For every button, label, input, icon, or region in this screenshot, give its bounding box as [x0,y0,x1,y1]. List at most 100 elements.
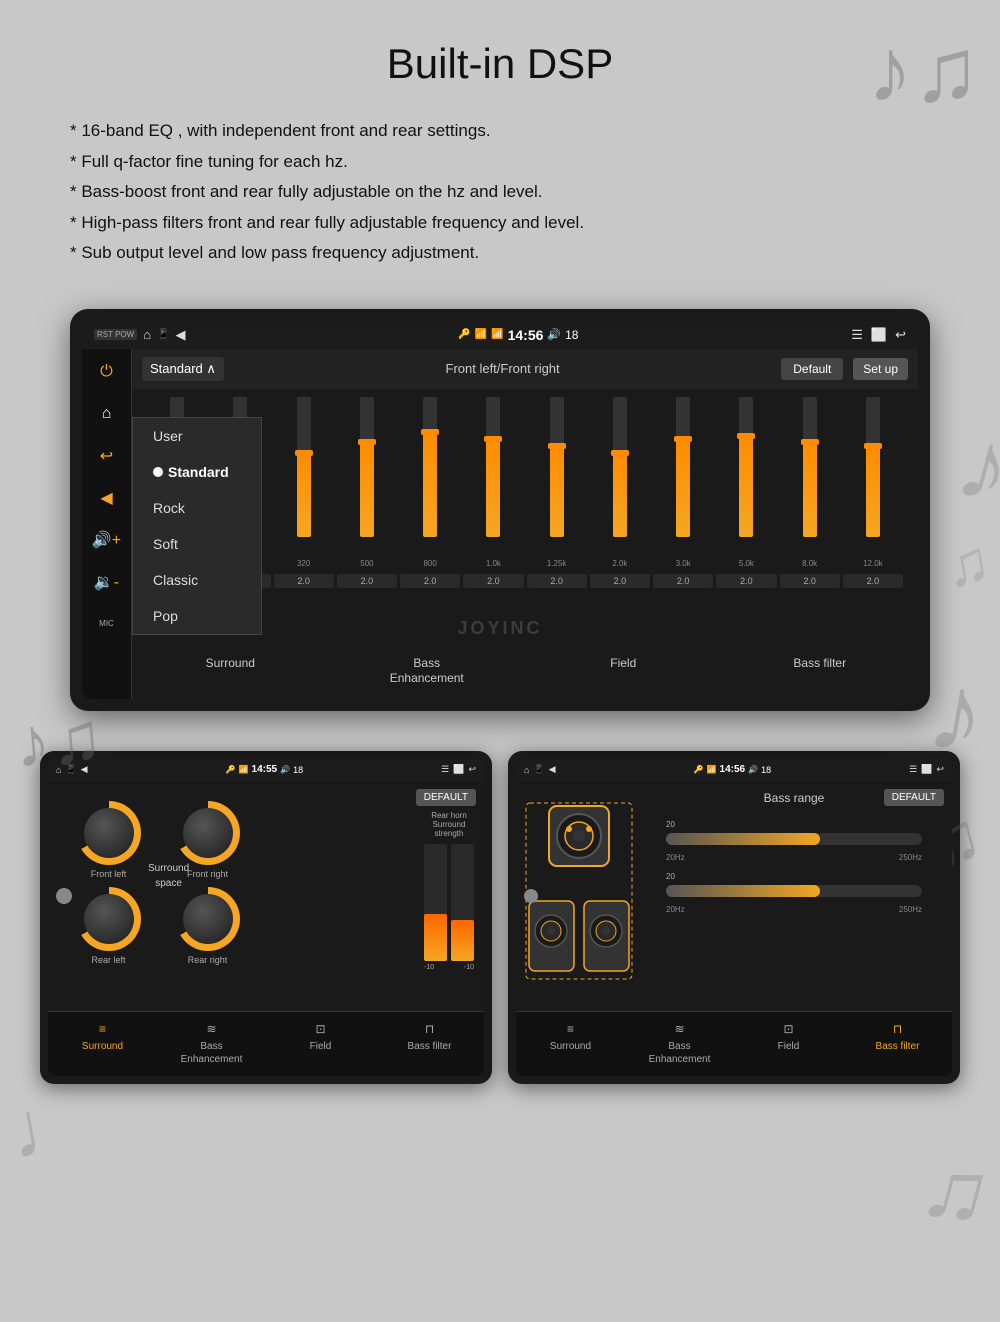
eq-band-320[interactable] [274,397,334,557]
main-device-wrapper: ♪ ♫ RST POW ⌂ 📱 ◀ 🔑 📶 📶 14:56 🔊 18 [50,309,950,711]
bass-nav-tab-enhancement[interactable]: ≋ BassEnhancement [625,1018,734,1070]
feature-item: * High-pass filters front and rear fully… [70,208,930,239]
bass-enh-icon2: ≋ [625,1022,734,1038]
preset-item-classic[interactable]: Classic [133,562,261,598]
window-icon[interactable]: ⬜ [871,327,887,343]
eq-band-500[interactable] [337,397,397,557]
slider2-track[interactable] [666,885,922,897]
eq-val-cell: 2.0 [463,574,523,588]
surround-win-icon[interactable]: ⬜ [453,764,464,775]
bass-field-icon: ⊡ [734,1022,843,1038]
fade-indicator[interactable] [56,888,72,904]
bass-nav-tab-filter[interactable]: ⊓ Bass filter [843,1018,952,1070]
volume-up-icon[interactable]: 🔊+ [89,525,125,555]
default-button[interactable]: Default [781,358,843,380]
home-icon[interactable]: ⌂ [143,327,151,342]
nav-tab-field[interactable]: ⊡ Field [266,1018,375,1070]
preset-item-soft[interactable]: Soft [133,526,261,562]
home-sidebar-icon[interactable]: ⌂ [89,399,125,429]
bass-media-icon: 📱 [533,764,544,775]
slider2-fill [666,885,820,897]
nav-tab-surround[interactable]: ≡ Surround [48,1018,157,1070]
bass-time: 14:56 [720,764,746,775]
surround-vol-icon: 🔊 [280,765,290,774]
music-notes-left-mid-icon: ♪♫ [12,696,106,783]
bass-nav-tab-field[interactable]: ⊡ Field [734,1018,843,1070]
preset-item-user[interactable]: User [133,418,261,454]
eq-val-cell: 2.0 [653,574,713,588]
mic-label: MIC [89,609,125,639]
volume-down-icon[interactable]: 🔉- [89,567,125,597]
slider2-max: 250Hz [899,905,922,914]
eq-freq-label: 5.0k [716,559,776,568]
slider1-track[interactable] [666,833,922,845]
eq-band-1.0k[interactable] [463,397,523,557]
setup-button[interactable]: Set up [853,358,908,380]
preset-item-rock[interactable]: Rock [133,490,261,526]
channel-label: Front left/Front right [234,361,771,376]
bass-status-left: ⌂ 📱 ◀ [524,764,556,775]
bass-fade-indicator[interactable] [524,889,538,903]
rear-left-knob[interactable] [77,887,141,951]
feature-item: * Bass-boost front and rear fully adjust… [70,177,930,208]
eq-freq-label: 3.0k [653,559,713,568]
eq-band-1.25k[interactable] [527,397,587,557]
eq-val-cell: 2.0 [527,574,587,588]
back-sidebar-icon[interactable]: ↩ [89,441,125,471]
rear-left-knob-inner [84,894,134,944]
preset-dropdown[interactable]: Standard ∧ [142,357,224,381]
eq-band-800[interactable] [400,397,460,557]
surround-btn[interactable]: Surround [142,650,319,693]
nav-tab-bass-filter[interactable]: ⊓ Bass filter [375,1018,484,1070]
eq-band-12.0k[interactable] [843,397,903,557]
nav-arrow-icon[interactable]: ◀ [89,483,125,513]
bass-slider-1: 20 20Hz 250Hz [666,820,922,862]
eq-band-8.0k[interactable] [780,397,840,557]
bass-filter-btn[interactable]: Bass filter [732,650,909,693]
volume-icon: 🔊 [547,328,561,341]
bass-vol-icon: 🔊 [748,765,758,774]
slider2-left-val: 20 [666,872,675,881]
bass-nav-tab-surround[interactable]: ≡ Surround [516,1018,625,1070]
power-icon[interactable]: ⏻ [89,357,125,387]
main-device: RST POW ⌂ 📱 ◀ 🔑 📶 📶 14:56 🔊 18 ☰ ⬜ ↩ [70,309,930,711]
eq-val-cell: 2.0 [590,574,650,588]
bass-signal-icon: 📶 [707,765,717,774]
surround-menu-icon[interactable]: ☰ [441,764,449,775]
front-left-knob[interactable] [77,801,141,865]
eq-band-3.0k[interactable] [653,397,713,557]
front-right-knob-inner [183,808,233,858]
eq-band-2.0k[interactable] [590,397,650,557]
bass-enhancement-btn[interactable]: Bass Enhancement [339,650,516,693]
surround-content: DEFAULT Front left Front right [48,781,484,1011]
knob-front-left: Front left [63,801,154,879]
status-right: ☰ ⬜ ↩ [851,327,906,343]
wifi-icon: 📶 [475,329,487,340]
media-icon: 📱 [157,329,169,340]
surround-default-btn[interactable]: DEFAULT [416,789,476,806]
nav-tab-bass-enhancement[interactable]: ≋ BassEnhancement [157,1018,266,1070]
features-list: * 16-band EQ , with independent front an… [60,116,940,269]
vu-meter: Rear hornSurroundstrength -10-10 [424,811,474,971]
surround-time: 14:55 [252,764,278,775]
preset-item-pop[interactable]: Pop [133,598,261,634]
slider1-left-val: 20 [666,820,675,829]
surround-back-icon[interactable]: ↩ [468,764,476,775]
bass-home-icon[interactable]: ⌂ [524,765,529,775]
bass-menu-icon[interactable]: ☰ [909,764,917,775]
field-btn[interactable]: Field [535,650,712,693]
preset-item-standard[interactable]: Standard [133,454,261,490]
dsp-main-area: Standard ∧ Front left/Front right Defaul… [132,349,918,699]
bass-bottom-nav: ≡ Surround ≋ BassEnhancement ⊡ Field ⊓ B… [516,1011,952,1076]
eq-val-cell: 2.0 [843,574,903,588]
back-icon[interactable]: ↩ [895,327,906,343]
bass-range-title: Bass range [646,791,942,805]
surround-space-label: Surroundspace [148,861,189,891]
rear-right-knob[interactable] [176,887,240,951]
hamburger-icon[interactable]: ☰ [851,327,863,343]
surround-device: ⌂ 📱 ◀ 🔑 📶 14:55 🔊 18 ☰ ⬜ ↩ [40,751,492,1084]
front-right-knob[interactable] [176,801,240,865]
front-left-knob-inner [84,808,134,858]
eq-band-5.0k[interactable] [716,397,776,557]
vu-bar-right-track [451,844,474,961]
